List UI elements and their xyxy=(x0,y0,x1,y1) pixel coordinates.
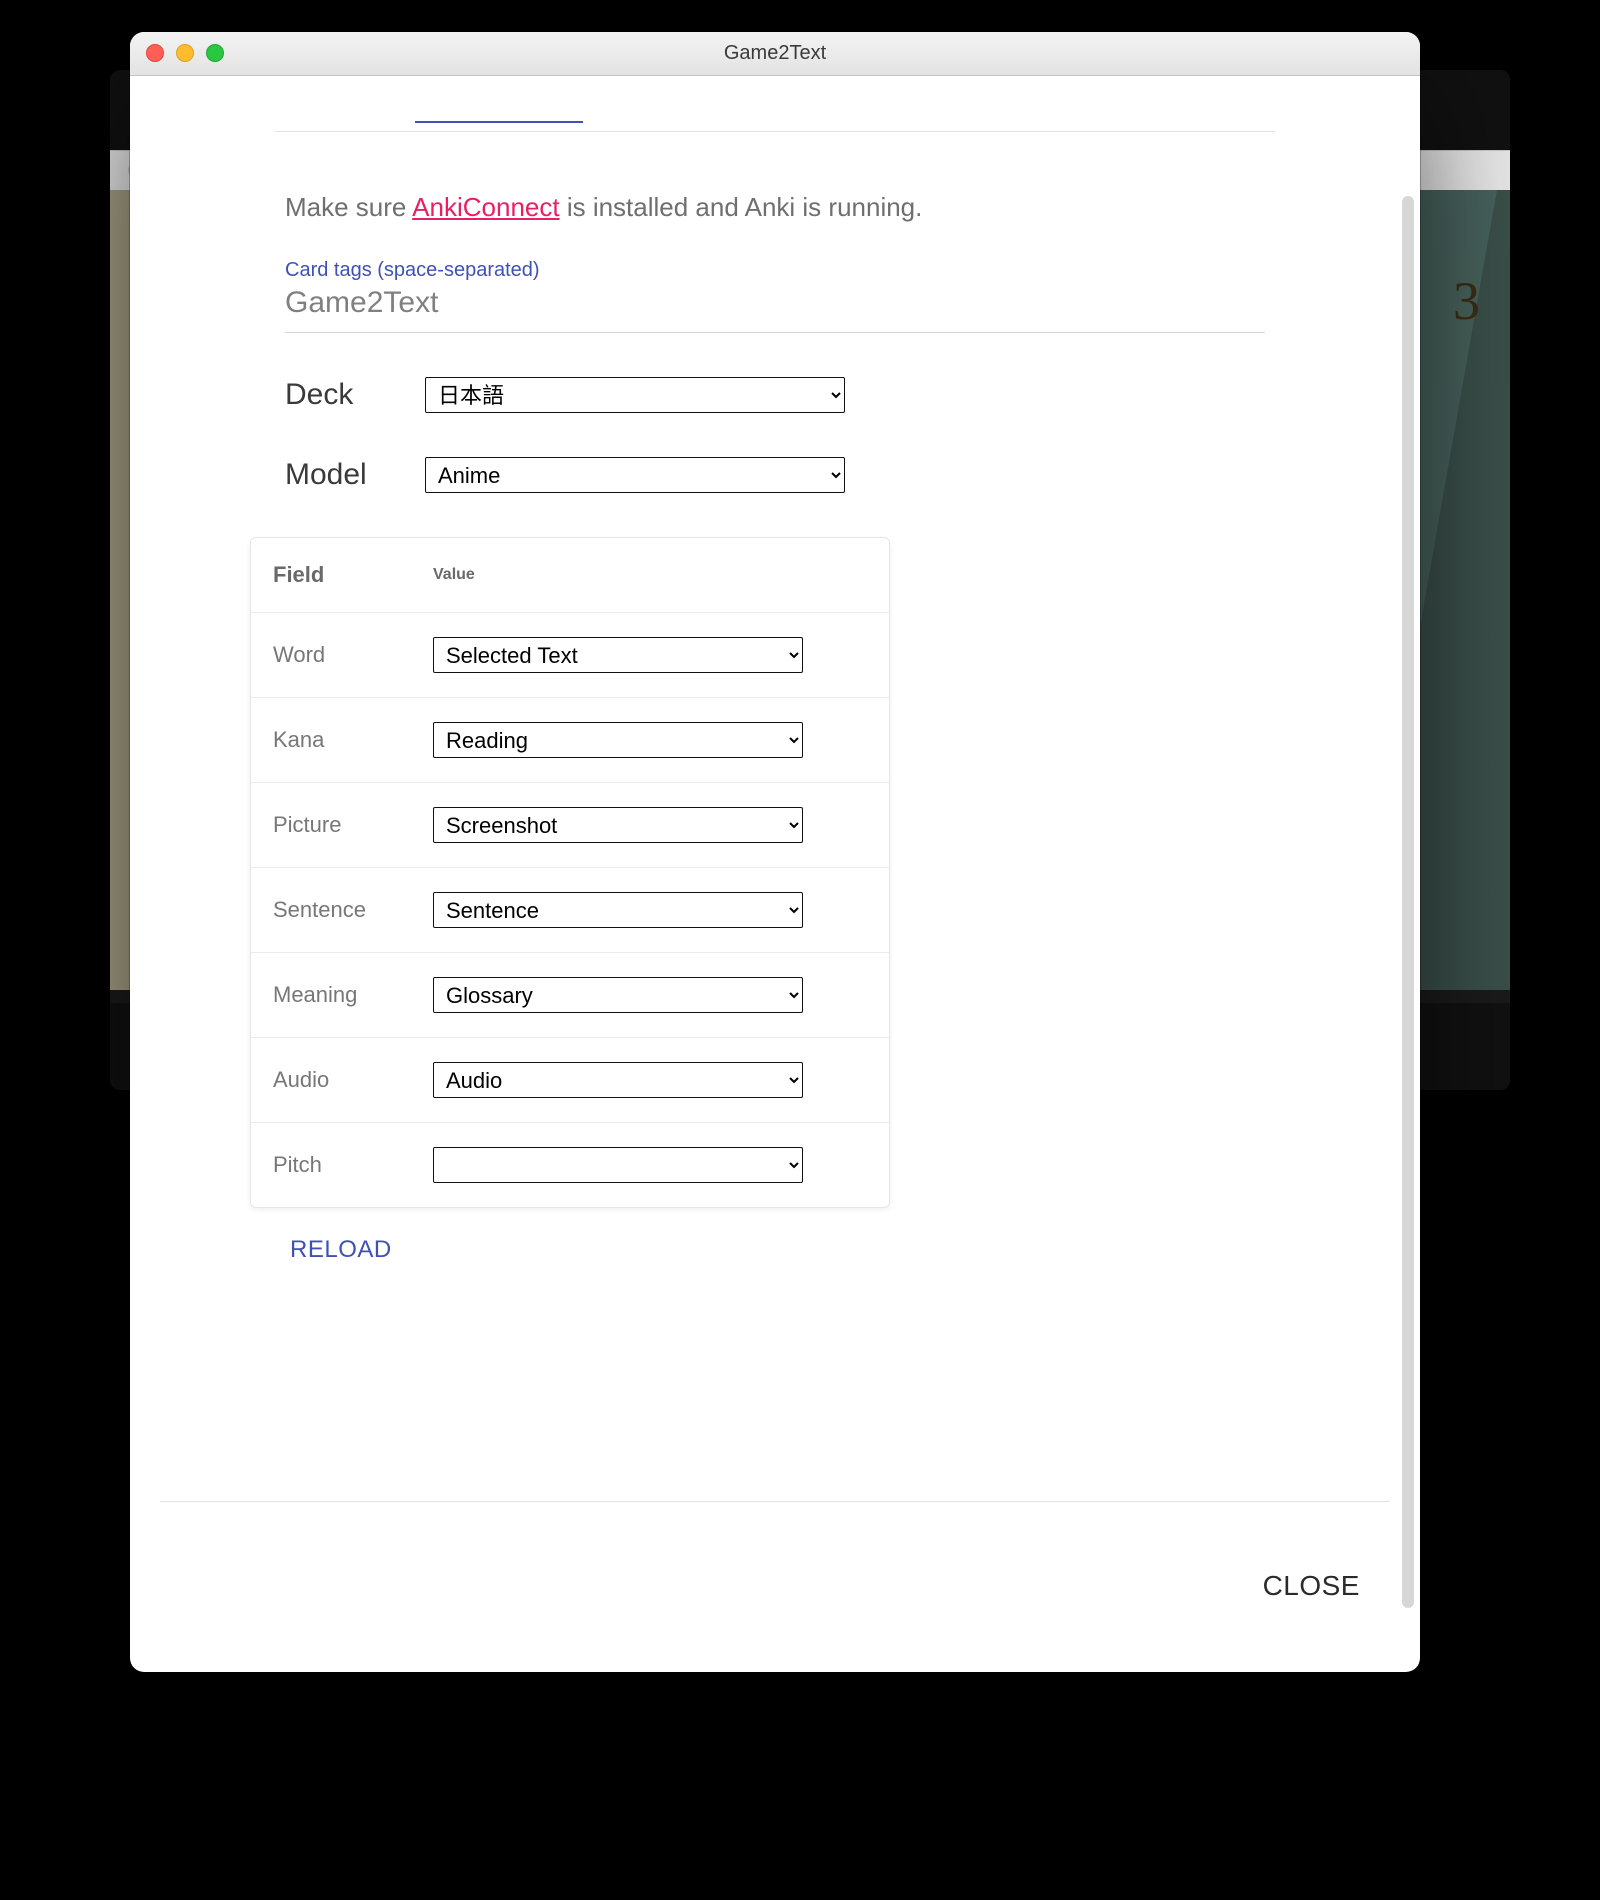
card-tags-label: Card tags (space-separated) xyxy=(285,259,1265,282)
table-row: Meaning Glossary xyxy=(251,952,889,1037)
field-name: Pitch xyxy=(273,1152,433,1178)
dialog-content: ANKICONNECT DICTIONARIES MEDIA Make sure… xyxy=(130,76,1420,1672)
field-name: Word xyxy=(273,642,433,668)
window-zoom-button[interactable] xyxy=(206,44,224,62)
field-name: Kana xyxy=(273,727,433,753)
tabs: ANKICONNECT DICTIONARIES MEDIA xyxy=(275,76,1275,132)
instruction-text: Make sure AnkiConnect is installed and A… xyxy=(285,192,1265,223)
titlebar: Game2Text xyxy=(130,32,1420,76)
field-value-select[interactable] xyxy=(433,1147,803,1183)
instruction-post: is installed and Anki is running. xyxy=(560,192,923,222)
table-header: Field Value xyxy=(251,538,889,612)
table-row: Word Selected Text xyxy=(251,612,889,697)
reload-button[interactable]: RELOAD xyxy=(290,1236,392,1264)
table-row: Picture Screenshot xyxy=(251,782,889,867)
footer-separator xyxy=(160,1501,1390,1502)
card-tags-field[interactable]: Card tags (space-separated) Game2Text xyxy=(285,259,1265,333)
traffic-lights[interactable] xyxy=(146,44,224,62)
window-title: Game2Text xyxy=(724,42,826,65)
card-tags-value: Game2Text xyxy=(285,286,1265,320)
deck-row: Deck 日本語 xyxy=(285,377,1265,413)
field-value-select[interactable]: Reading xyxy=(433,722,803,758)
field-mapping-table: Field Value Word Selected Text Kana Read… xyxy=(250,537,890,1208)
scrollbar-thumb[interactable] xyxy=(1402,196,1414,1608)
field-name: Sentence xyxy=(273,897,433,923)
ankiconnect-link[interactable]: AnkiConnect xyxy=(412,192,559,222)
model-row: Model Anime xyxy=(285,457,1265,493)
field-value-select[interactable]: Screenshot xyxy=(433,807,803,843)
tab-media[interactable]: MEDIA xyxy=(967,83,1040,123)
field-value-select[interactable]: Sentence xyxy=(433,892,803,928)
table-row: Pitch xyxy=(251,1122,889,1207)
window-minimize-button[interactable] xyxy=(176,44,194,62)
tab-ankiconnect[interactable]: ANKICONNECT xyxy=(415,83,583,123)
deck-select[interactable]: 日本語 xyxy=(425,377,845,413)
field-name: Meaning xyxy=(273,982,433,1008)
vertical-scrollbar[interactable] xyxy=(1402,156,1414,1648)
table-row: Audio Audio xyxy=(251,1037,889,1122)
field-name: Picture xyxy=(273,812,433,838)
table-row: Kana Reading xyxy=(251,697,889,782)
field-value-select[interactable]: Audio xyxy=(433,1062,803,1098)
window-close-button[interactable] xyxy=(146,44,164,62)
col-field: Field xyxy=(273,562,433,588)
tab-dictionaries[interactable]: DICTIONARIES xyxy=(693,83,857,123)
model-select[interactable]: Anime xyxy=(425,457,845,493)
instruction-pre: Make sure xyxy=(285,192,412,222)
model-label: Model xyxy=(285,458,385,492)
col-value: Value xyxy=(433,566,475,584)
settings-window: Game2Text ANKICONNECT DICTIONARIES MEDIA… xyxy=(130,32,1420,1672)
close-button[interactable]: CLOSE xyxy=(1263,1570,1360,1602)
table-row: Sentence Sentence xyxy=(251,867,889,952)
deck-label: Deck xyxy=(285,378,385,412)
field-value-select[interactable]: Selected Text xyxy=(433,637,803,673)
field-value-select[interactable]: Glossary xyxy=(433,977,803,1013)
bg-number-3: 3 xyxy=(1453,270,1480,332)
field-name: Audio xyxy=(273,1067,433,1093)
